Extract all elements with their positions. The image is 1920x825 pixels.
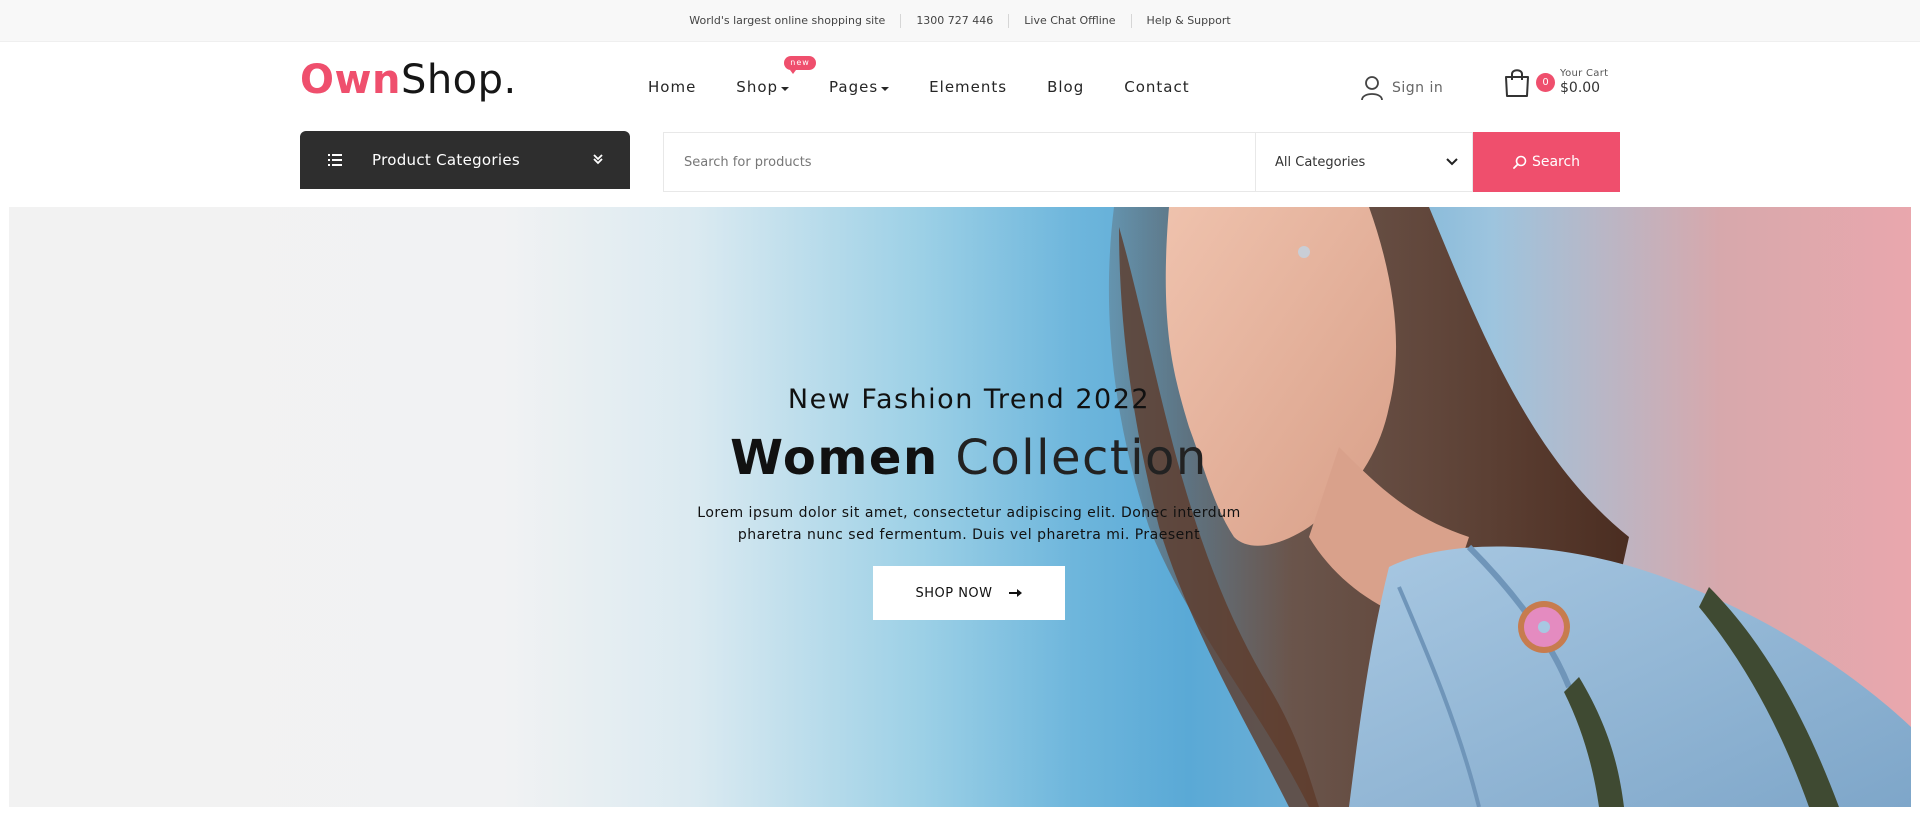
nav-contact-label: Contact xyxy=(1124,78,1190,96)
new-badge: new xyxy=(784,56,816,74)
cart-button[interactable]: 0 Your Cart $0.00 xyxy=(1504,68,1608,98)
search-button-label: Search xyxy=(1531,154,1581,170)
product-categories-label: Product Categories xyxy=(372,151,520,169)
nav-home[interactable]: Home xyxy=(648,78,696,96)
top-bar: World's largest online shopping site 130… xyxy=(0,0,1920,42)
cart-total: $0.00 xyxy=(1560,80,1601,96)
logo-shop: Shop. xyxy=(400,57,517,103)
nav-home-label: Home xyxy=(648,78,697,96)
nav-blog[interactable]: Blog xyxy=(1047,78,1084,96)
nav-pages[interactable]: Pages xyxy=(829,78,890,96)
chevron-down-icon xyxy=(1446,158,1458,166)
nav-elements-label: Elements xyxy=(929,78,1008,96)
search-input[interactable] xyxy=(663,132,1255,192)
hero-description: Lorem ipsum dolor sit amet, consectetur … xyxy=(697,505,1241,543)
product-categories-toggle[interactable]: Product Categories xyxy=(300,131,630,189)
category-select[interactable]: All Categories xyxy=(1255,132,1473,192)
nav-shop-label: Shop xyxy=(736,78,779,96)
nav-contact[interactable]: Contact xyxy=(1124,78,1189,96)
category-select-value: All Categories xyxy=(1275,154,1366,170)
caret-down-icon xyxy=(781,86,790,91)
hero-title-light: Collection xyxy=(955,430,1208,486)
arrow-right-icon xyxy=(1008,589,1022,597)
cart-count-badge: 0 xyxy=(1536,73,1555,92)
hero-subtitle: New Fashion Trend 2022 xyxy=(787,384,1151,415)
shop-now-label: SHOP NOW xyxy=(915,585,993,601)
shop-now-button[interactable]: SHOP NOW xyxy=(873,566,1065,620)
nav-elements[interactable]: Elements xyxy=(929,78,1007,96)
nav-shop[interactable]: Shop new xyxy=(736,56,816,96)
main-nav: Home Shop new Pages Elements Blog Contac… xyxy=(648,56,1230,96)
logo-own: Own xyxy=(300,57,401,103)
search-icon xyxy=(1513,155,1527,169)
list-menu-icon xyxy=(328,154,342,166)
user-icon xyxy=(1361,76,1383,101)
topbar-live-chat[interactable]: Live Chat Offline xyxy=(1009,13,1132,28)
shopping-bag-icon xyxy=(1505,69,1529,97)
cart-summary: Your Cart $0.00 xyxy=(1560,68,1608,96)
topbar-help-support[interactable]: Help & Support xyxy=(1132,14,1246,28)
hero-banner: New Fashion Trend 2022 Women Collection … xyxy=(9,207,1911,807)
nav-pages-label: Pages xyxy=(829,78,879,96)
sign-in-link[interactable]: Sign in xyxy=(1360,75,1443,101)
caret-down-icon xyxy=(881,86,890,91)
hero-content: New Fashion Trend 2022 Women Collection … xyxy=(569,382,1369,620)
site-logo[interactable]: OwnShop. xyxy=(300,56,517,104)
cart-label: Your Cart xyxy=(1560,68,1609,79)
hero-title-bold: Women xyxy=(730,430,939,486)
search-button[interactable]: Search xyxy=(1473,132,1620,192)
sign-in-label: Sign in xyxy=(1392,80,1444,96)
topbar-tagline: World's largest online shopping site xyxy=(674,13,902,28)
nav-blog-label: Blog xyxy=(1047,78,1085,96)
hero-title: Women Collection xyxy=(569,428,1369,488)
chevron-down-icon xyxy=(593,154,603,165)
topbar-phone[interactable]: 1300 727 446 xyxy=(901,13,1010,28)
